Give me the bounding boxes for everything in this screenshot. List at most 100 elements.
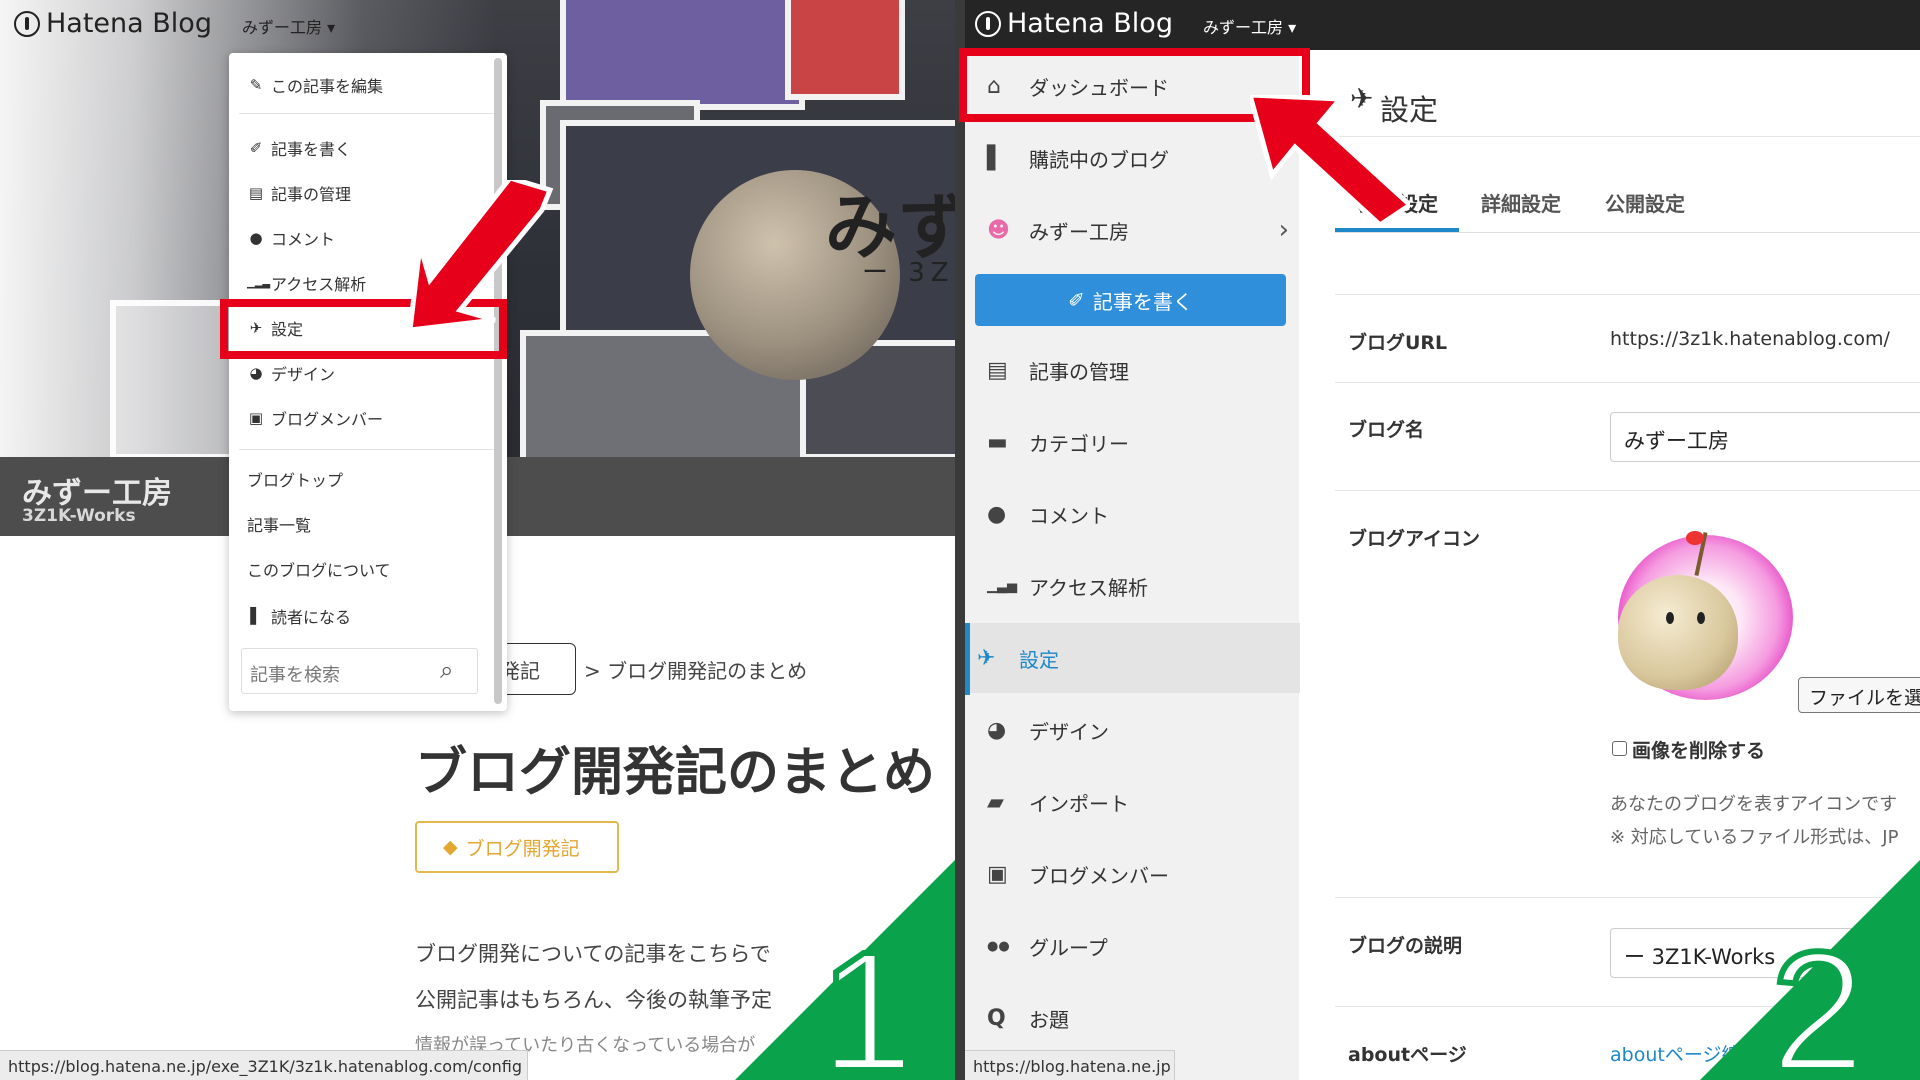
menu-item-label: コメント	[271, 230, 336, 249]
write-post-label: 記事を書く	[1092, 289, 1193, 314]
row-divider	[1335, 294, 1920, 295]
choose-file-button[interactable]: ファイルを選	[1798, 677, 1920, 713]
breadcrumb-separator: >	[584, 659, 601, 683]
edit-icon: ✐	[249, 139, 263, 157]
panel-divider	[955, 0, 965, 1080]
sidebar-item-label: インポート	[1029, 791, 1129, 816]
user-menu-toggle[interactable]: みずー工房 ▾	[242, 14, 335, 38]
sidebar-item-comment[interactable]: ● コメント	[975, 479, 1295, 549]
delete-image-label[interactable]: 画像を削除する	[1632, 736, 1765, 763]
blog-description-label: ブログの説明	[1348, 935, 1463, 957]
user-menu-toggle[interactable]: みずー工房 ▾	[1203, 14, 1296, 38]
signal-icon: ▁▃▅	[987, 578, 1017, 594]
tab-advanced-settings[interactable]: 詳細設定	[1481, 188, 1561, 217]
sidebar-item-label: みずー工房	[1029, 219, 1129, 244]
menu-divider	[239, 113, 497, 114]
blog-dropdown-menu: ✎ この記事を編集 ✐ 記事を書く ▤ 記事の管理 ● コメント ▁▂▃ アクセス解析 ✈…	[229, 53, 507, 711]
blog-id: 3Z1K-Works	[22, 506, 136, 526]
logo-text: Hatena Blog	[1007, 8, 1173, 39]
menu-item-members[interactable]: ▣ ブログメンバー	[247, 406, 383, 430]
truck-icon: ▰	[987, 789, 1004, 815]
mascot-antenna-bulb	[1686, 531, 1704, 545]
sidebar-item-blog[interactable]: ☻ みずー工房 ›	[975, 195, 1295, 265]
post-body-line: ブログ開発についての記事をこちらで	[415, 942, 771, 966]
red-arrow-icon	[1250, 95, 1410, 225]
hatena-topbar-dark: Hatena Blog みずー工房 ▾	[965, 0, 1920, 50]
sidebar-item-analytics[interactable]: ▁▃▅ アクセス解析	[975, 551, 1295, 621]
sidebar-item-label: 記事の管理	[1029, 359, 1129, 384]
menu-item-label: アクセス解析	[271, 275, 367, 294]
breadcrumb-current-label: ブログ開発記のまとめ	[607, 659, 808, 683]
menu-divider	[239, 449, 497, 450]
sidebar-item-settings[interactable]: ✈ 設定	[970, 623, 1300, 693]
folder-icon: ▬	[987, 429, 1008, 455]
about-page-label: aboutページ	[1348, 1044, 1467, 1066]
menu-item-analytics[interactable]: ▁▂▃ アクセス解析	[247, 271, 366, 295]
sidebar-item-category[interactable]: ▬ カテゴリー	[975, 407, 1295, 477]
title-divider	[1335, 136, 1920, 137]
question-icon: Q	[987, 1005, 1006, 1031]
step-number: 2	[1771, 917, 1866, 1080]
menu-item-blog-top[interactable]: ブログトップ	[247, 467, 343, 491]
mascot-eye	[1697, 612, 1705, 624]
row-divider	[1335, 490, 1920, 491]
signal-icon: ▁▂▃	[247, 277, 271, 289]
logo-text: Hatena Blog	[46, 8, 212, 39]
sidebar-item-members[interactable]: ▣ ブログメンバー	[975, 839, 1295, 909]
active-indicator	[965, 623, 970, 695]
bookmark-icon: ▌	[987, 145, 1004, 171]
category-tag[interactable]: ◆ ブログ開発記	[415, 821, 619, 873]
sidebar-item-design[interactable]: ◕ デザイン	[975, 695, 1295, 765]
sidebar-item-label: 設定	[1019, 647, 1059, 672]
hatena-blog-logo[interactable]: Hatena Blog	[975, 8, 1173, 39]
post-title: ブログ開発記のまとめ	[415, 743, 936, 803]
pencil-icon: ✎	[249, 76, 263, 94]
tag-label: ブログ開発記	[465, 837, 580, 860]
group-icon: ●●	[987, 938, 1010, 954]
step-badge-2: 2	[1700, 860, 1920, 1080]
menu-item-comment[interactable]: ● コメント	[247, 226, 335, 250]
menu-scrollbar[interactable]	[494, 58, 502, 704]
row-divider	[1335, 382, 1920, 383]
menu-item-manage[interactable]: ▤ 記事の管理	[247, 181, 351, 205]
sidebar-item-label: カテゴリー	[1029, 431, 1129, 456]
menu-item-about[interactable]: このブログについて	[247, 557, 391, 581]
comment-icon: ●	[249, 229, 263, 247]
status-bar-url: https://blog.hatena.ne.jp	[965, 1050, 1175, 1080]
sidebar-item-group[interactable]: ●● グループ	[975, 911, 1295, 981]
sidebar-item-label: コメント	[1029, 503, 1109, 528]
document-icon: ▤	[987, 357, 1008, 383]
blog-name-input[interactable]: みずー工房	[1610, 412, 1920, 462]
menu-item-write[interactable]: ✐ 記事を書く	[247, 136, 351, 160]
menu-item-label: 記事を書く	[271, 140, 352, 159]
header-blog-subtitle: ー 3Z	[862, 258, 955, 288]
sidebar-item-label: デザイン	[1029, 719, 1109, 744]
tab-publish-settings[interactable]: 公開設定	[1605, 188, 1685, 217]
document-icon: ▤	[248, 184, 264, 202]
menu-item-label: デザイン	[271, 365, 336, 384]
step-badge-1: 1	[735, 860, 955, 1080]
write-post-button[interactable]: ✐ 記事を書く	[975, 274, 1286, 326]
menu-item-edit-post[interactable]: ✎ この記事を編集	[247, 73, 383, 97]
blog-url-label: ブログURL	[1348, 332, 1448, 354]
hatena-blog-logo[interactable]: Hatena Blog	[14, 8, 212, 39]
search-placeholder: 記事を検索	[250, 665, 340, 686]
blog-icon-mascot	[1618, 575, 1738, 690]
blog-name-label: ブログ名	[1348, 419, 1425, 441]
delete-image-checkbox[interactable]	[1612, 741, 1627, 756]
menu-item-label: ブログメンバー	[271, 410, 384, 429]
red-arrow-icon	[410, 180, 554, 330]
search-icon[interactable]: ⌕	[440, 656, 453, 684]
menu-item-subscribe[interactable]: ▌ 読者になる	[247, 604, 351, 628]
menu-item-post-list[interactable]: 記事一覧	[247, 512, 311, 536]
menu-item-design[interactable]: ◕ デザイン	[247, 361, 335, 385]
sidebar-item-label: ブログメンバー	[1029, 863, 1169, 888]
sidebar-item-manage[interactable]: ▤ 記事の管理	[975, 335, 1295, 405]
sidebar-item-subscriptions[interactable]: ▌ 購読中のブログ	[975, 123, 1295, 193]
sidebar-item-import[interactable]: ▰ インポート	[975, 767, 1295, 837]
sidebar-item-odai[interactable]: Q お題	[975, 983, 1295, 1053]
blog-avatar-icon: ☻	[987, 217, 1010, 243]
blog-icon-label: ブログアイコン	[1348, 528, 1481, 550]
palette-icon: ◕	[987, 717, 1007, 743]
blog-url-value: https://3z1k.hatenablog.com/	[1610, 328, 1890, 350]
